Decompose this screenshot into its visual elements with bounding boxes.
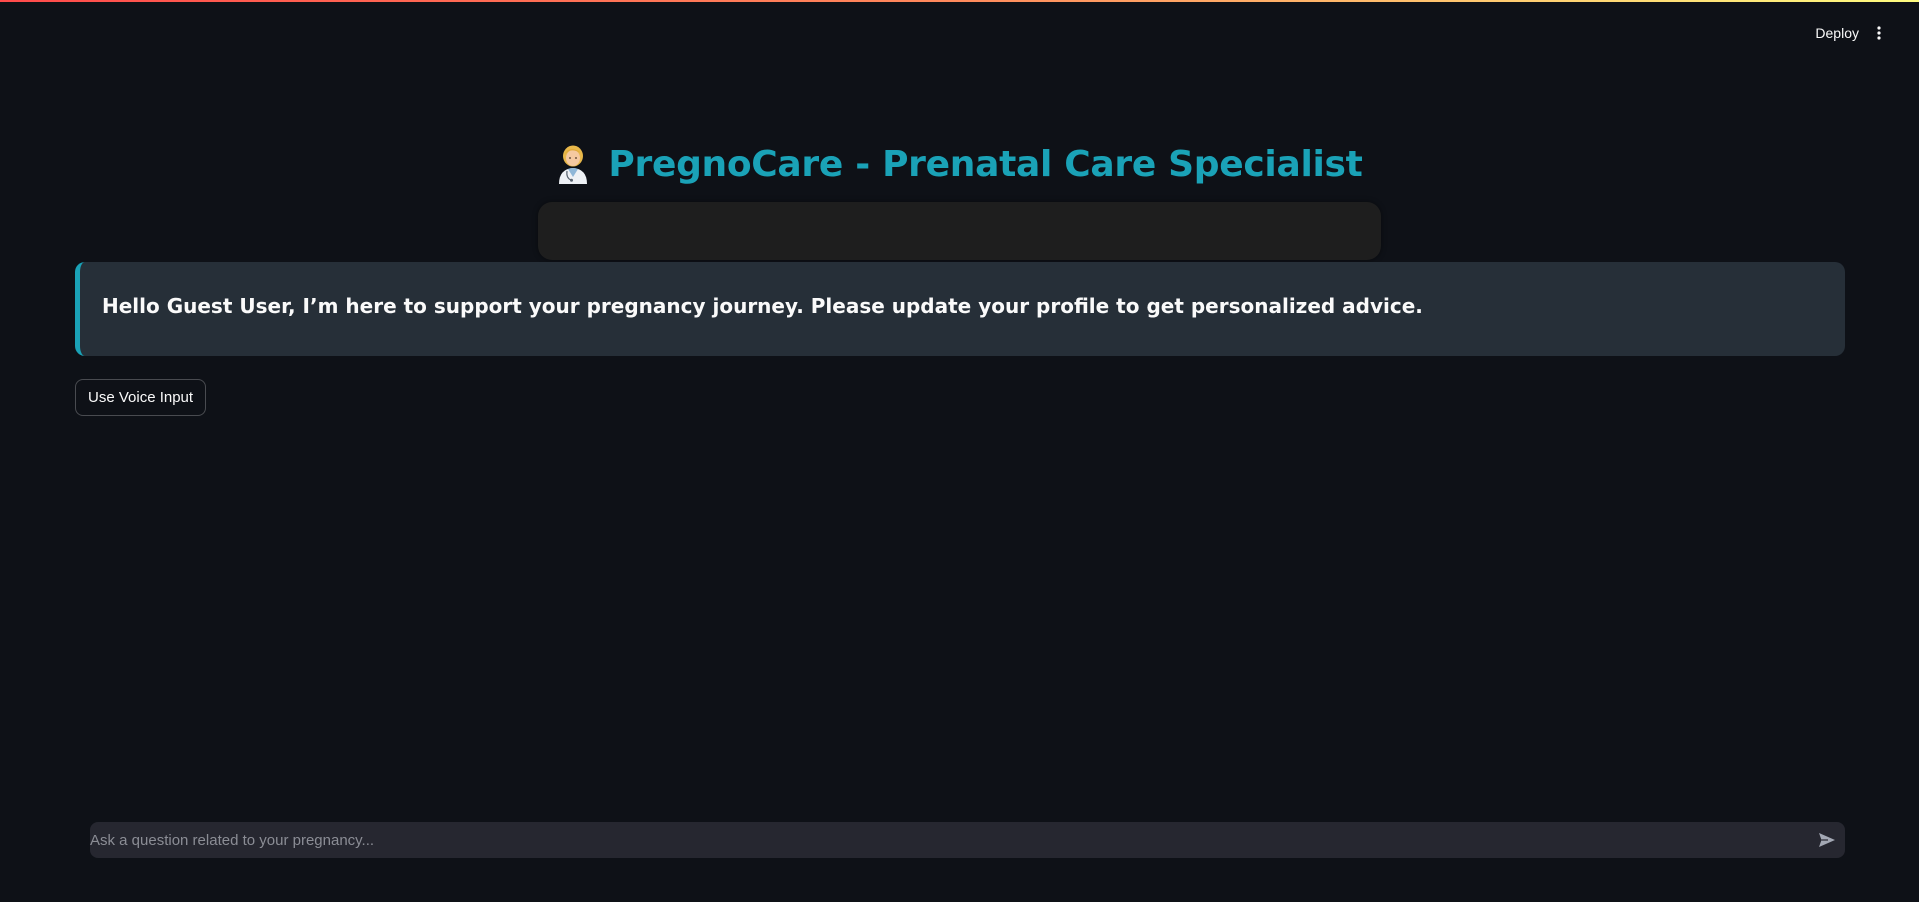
greeting-info-card: Hello Guest User, I’m here to support yo… <box>75 262 1845 356</box>
profile-container <box>538 202 1381 260</box>
app-header: Deploy <box>0 0 1919 60</box>
health-worker-emoji-icon <box>559 145 588 184</box>
title-row: PregnoCare - Prenatal Care Specialist <box>0 136 1919 192</box>
send-arrow-icon <box>1819 833 1835 847</box>
greeting-message: Hello Guest User, I’m here to support yo… <box>102 294 1423 318</box>
vertical-ellipsis-icon <box>1877 26 1881 40</box>
chat-input-bar <box>90 822 1845 858</box>
use-voice-input-button[interactable]: Use Voice Input <box>75 379 207 416</box>
send-button[interactable] <box>1809 822 1845 858</box>
deploy-button[interactable]: Deploy <box>1811 20 1863 46</box>
main-menu-button[interactable] <box>1867 21 1891 45</box>
chat-input[interactable] <box>90 822 1809 858</box>
page-title: PregnoCare - Prenatal Care Specialist <box>608 143 1363 185</box>
